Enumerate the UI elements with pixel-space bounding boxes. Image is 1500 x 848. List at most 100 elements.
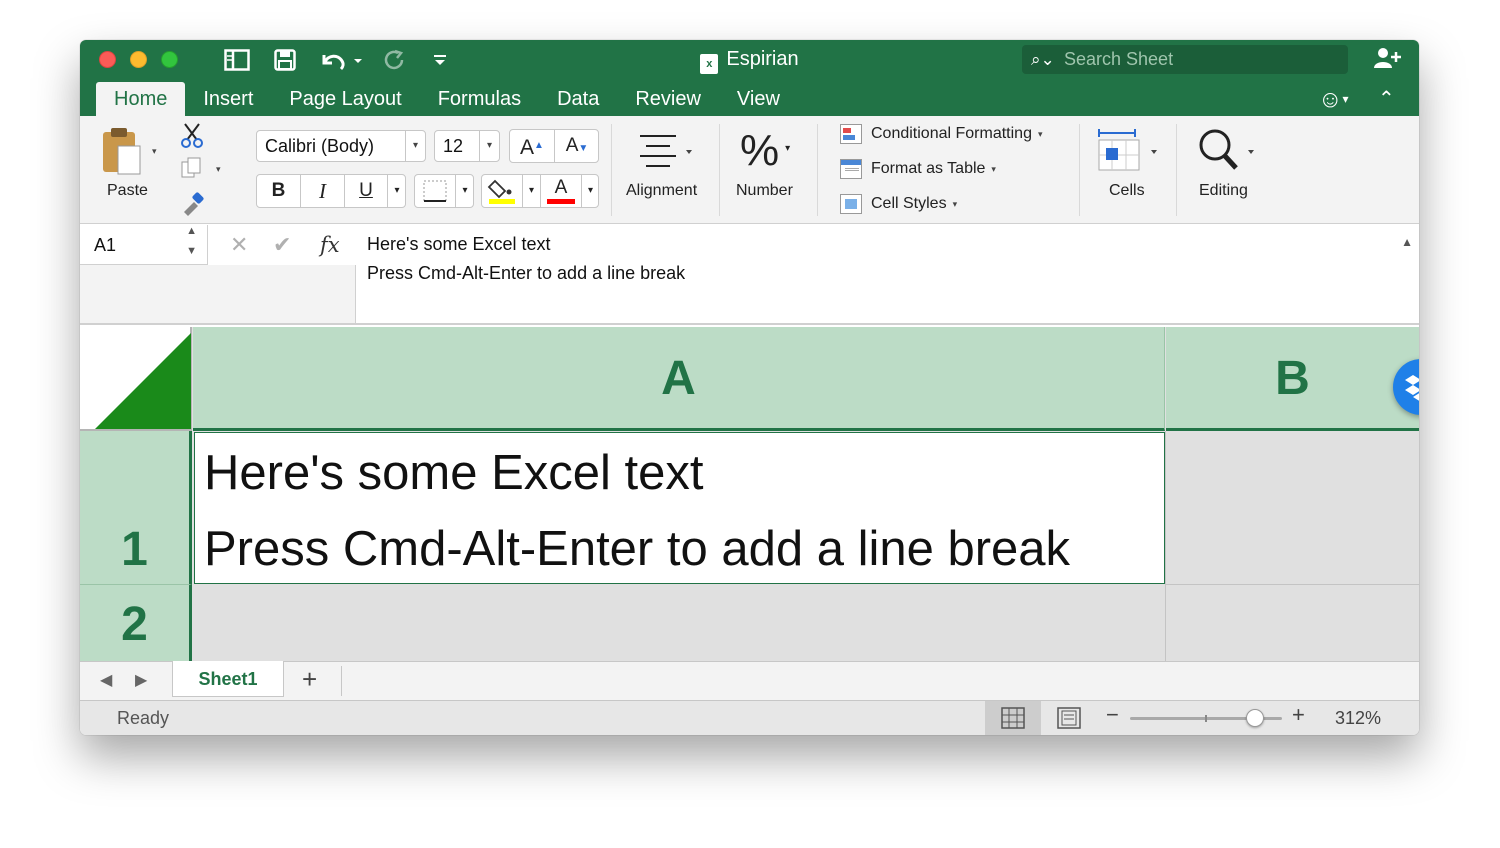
copy-dropdown-icon[interactable]: ▾ <box>216 164 221 175</box>
search-icon: ⌕⌄ <box>1031 50 1055 69</box>
ribbon-divider <box>817 124 818 216</box>
underline-button[interactable]: U <box>345 175 387 207</box>
row-header-2[interactable]: 2 <box>80 585 192 661</box>
formula-bar-left-area <box>80 265 356 323</box>
row-header-1[interactable]: 1 <box>80 431 192 585</box>
font-name-select[interactable]: Calibri (Body) ▾ <box>256 130 426 162</box>
cell-b1[interactable] <box>1165 431 1419 585</box>
ribbon-divider <box>1176 124 1177 216</box>
confirm-entry-icon[interactable]: ✔ <box>273 225 291 265</box>
font-size-select[interactable]: 12 ▾ <box>434 130 500 162</box>
cells-icon[interactable] <box>1096 126 1160 174</box>
tab-home[interactable]: Home <box>96 82 186 116</box>
formula-bar: A1 ▲ ▼ ✕ ✔ fx Here's some Excel text Pre… <box>80 225 1419 325</box>
font-color-glyph: A <box>554 177 568 198</box>
font-color-dropdown-icon[interactable]: ▾ <box>581 175 599 207</box>
format-as-table-label: Format as Table <box>871 160 986 177</box>
ribbon-divider <box>1079 124 1080 216</box>
bold-button[interactable]: B <box>257 175 301 207</box>
font-color-swatch <box>547 199 575 204</box>
tab-view[interactable]: View <box>719 82 798 116</box>
cell-styles-button[interactable]: Cell Styles ▾ <box>840 194 957 214</box>
add-sheet-button[interactable]: + <box>302 664 317 695</box>
font-style-buttons: B I U ▾ <box>256 174 406 208</box>
insert-function-icon[interactable]: fx <box>320 225 340 265</box>
italic-button[interactable]: I <box>301 175 345 207</box>
font-name-dropdown-icon: ▾ <box>405 131 425 161</box>
tab-data[interactable]: Data <box>539 82 617 116</box>
format-painter-icon[interactable] <box>180 190 206 216</box>
tab-insert[interactable]: Insert <box>185 82 271 116</box>
decrease-font-button[interactable]: A▼ <box>555 130 599 162</box>
formula-line-1[interactable]: Here's some Excel text <box>367 234 551 255</box>
zoom-out-icon[interactable]: − <box>1106 702 1119 728</box>
cell-b2[interactable] <box>1166 585 1419 661</box>
conditional-formatting-dropdown-icon: ▾ <box>1037 128 1043 139</box>
cell-a1[interactable]: Here's some Excel text Press Cmd-Alt-Ent… <box>194 432 1165 584</box>
decrease-font-glyph: A <box>565 135 579 156</box>
percent-icon: % <box>740 126 780 175</box>
editing-search-icon[interactable] <box>1196 126 1260 174</box>
ribbon: ▾ Paste ▾ Calibri (Body) ▾ 12 ▾ A▲ A▼ B … <box>80 116 1419 224</box>
search-sheet-field[interactable]: ⌕⌄ Search Sheet <box>1022 45 1348 74</box>
number-dropdown-icon: ▾ <box>785 143 791 154</box>
color-buttons: ▾ A ▾ <box>481 174 599 208</box>
name-box[interactable]: A1 ▲ ▼ <box>80 225 208 265</box>
borders-icon <box>415 175 455 207</box>
cell-a1-line-1: Here's some Excel text <box>204 446 704 500</box>
column-header-a[interactable]: A <box>193 327 1165 431</box>
next-sheet-icon[interactable]: ▶ <box>135 670 147 690</box>
fill-color-swatch <box>489 199 515 204</box>
collapse-ribbon-icon[interactable]: ⌃ <box>1378 82 1395 116</box>
name-box-up-icon[interactable]: ▲ <box>186 221 197 241</box>
increase-font-glyph: A <box>520 136 535 159</box>
select-all-corner[interactable] <box>80 327 192 431</box>
alignment-icon[interactable] <box>636 130 696 170</box>
share-add-person-icon[interactable] <box>1373 46 1401 76</box>
page-layout-view-icon[interactable] <box>1057 707 1081 734</box>
zoom-percent[interactable]: 312% <box>1335 708 1381 729</box>
zoom-in-icon[interactable]: + <box>1292 702 1305 728</box>
document-title-text: Espirian <box>726 48 799 70</box>
number-format-icon[interactable]: % ▾ <box>740 126 790 176</box>
underline-dropdown-icon[interactable]: ▾ <box>387 175 406 207</box>
font-color-button[interactable]: A <box>541 175 581 207</box>
font-size-buttons: A▲ A▼ <box>509 129 599 163</box>
cell-styles-dropdown-icon: ▾ <box>952 198 958 209</box>
paste-dropdown-icon[interactable]: ▾ <box>152 146 157 157</box>
increase-font-button[interactable]: A▲ <box>510 130 555 162</box>
conditional-formatting-button[interactable]: Conditional Formatting ▾ <box>840 124 1043 144</box>
collapse-formula-bar-icon[interactable]: ▲ <box>1401 235 1413 249</box>
prev-sheet-icon[interactable]: ◀ <box>100 670 112 690</box>
tab-review[interactable]: Review <box>617 82 719 116</box>
column-header-b[interactable]: B <box>1166 327 1419 431</box>
normal-view-button[interactable] <box>985 701 1041 735</box>
status-bar: Ready − + 312% <box>80 701 1419 735</box>
excel-window: x Espirian ⌕⌄ Search Sheet Home Insert Pa… <box>80 40 1419 735</box>
cancel-entry-icon[interactable]: ✕ <box>230 225 248 265</box>
zoom-slider-thumb[interactable] <box>1245 709 1264 727</box>
format-as-table-button[interactable]: Format as Table ▾ <box>840 159 996 179</box>
zoom-slider-midmark <box>1205 715 1207 722</box>
zoom-slider[interactable] <box>1130 709 1282 727</box>
tab-formulas[interactable]: Formulas <box>420 82 539 116</box>
dropbox-badge-icon[interactable] <box>1393 359 1419 415</box>
name-box-value: A1 <box>94 235 117 255</box>
fill-color-dropdown-icon[interactable]: ▾ <box>522 175 541 207</box>
name-box-down-icon[interactable]: ▼ <box>186 241 197 261</box>
ribbon-divider <box>719 124 720 216</box>
borders-button[interactable]: ▾ <box>414 174 474 208</box>
fill-color-icon[interactable] <box>482 175 522 207</box>
title-bar: x Espirian ⌕⌄ Search Sheet Home Insert Pa… <box>80 40 1419 116</box>
cell-a2[interactable] <box>194 585 1166 661</box>
cell-a1-line-2: Press Cmd-Alt-Enter to add a line break <box>204 522 1071 576</box>
tab-page-layout[interactable]: Page Layout <box>271 82 419 116</box>
paste-label: Paste <box>107 182 148 199</box>
editing-label: Editing <box>1199 182 1248 199</box>
formula-line-2[interactable]: Press Cmd-Alt-Enter to add a line break <box>367 263 685 284</box>
sheet-tab-sheet1[interactable]: Sheet1 <box>172 661 284 697</box>
copy-icon[interactable] <box>180 156 204 180</box>
feedback-smiley-icon[interactable]: ☺▾ <box>1318 82 1349 117</box>
cut-icon[interactable] <box>180 122 204 148</box>
paste-icon[interactable] <box>100 126 144 176</box>
